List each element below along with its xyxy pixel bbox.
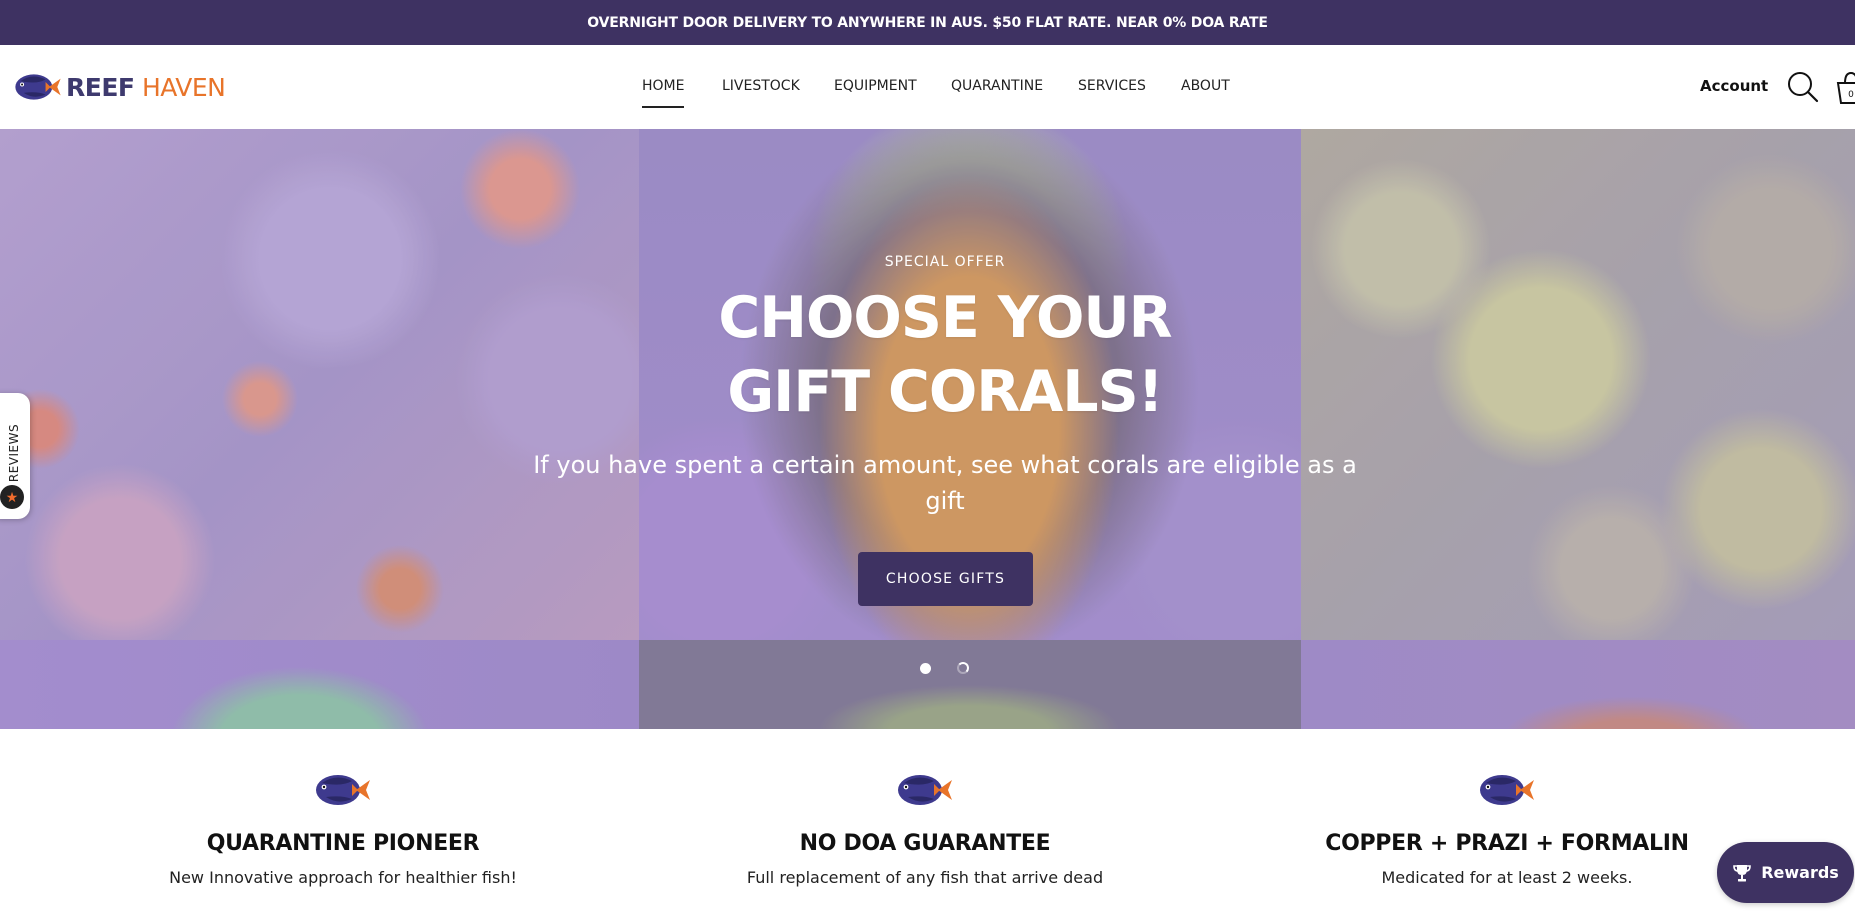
cart-count: 0 (1848, 90, 1854, 100)
feature-title: NO DOA GUARANTEE (799, 831, 1051, 856)
announcement-bar: OVERNIGHT DOOR DELIVERY TO ANYWHERE IN A… (0, 0, 1855, 45)
feature-description: New Innovative approach for healthier fi… (169, 868, 517, 887)
hero-subtext: If you have spent a certain amount, see … (533, 451, 1357, 515)
trophy-icon (1733, 864, 1751, 881)
slide-indicators (920, 662, 969, 674)
feature-title: COPPER + PRAZI + FORMALIN (1325, 831, 1689, 856)
rewards-label: Rewards (1761, 863, 1839, 882)
fish-icon (316, 775, 370, 805)
slide-dot-1[interactable] (920, 662, 931, 674)
nav-item-about[interactable]: ABOUT (1181, 78, 1230, 94)
account-link[interactable]: Account (1700, 77, 1768, 95)
nav-item-home[interactable]: HOME (642, 78, 685, 108)
search-icon (1788, 72, 1819, 103)
nav-item-equipment[interactable]: EQUIPMENT (834, 78, 917, 94)
reviews-side-tab[interactable]: REVIEWS ★ (0, 393, 30, 519)
cart-icon: 0 (1836, 71, 1855, 104)
star-icon: ★ (0, 485, 24, 509)
rewards-button[interactable]: Rewards (1717, 842, 1854, 903)
feature-title: QUARANTINE PIONEER (206, 831, 480, 856)
feature-copper-prazi-formalin: COPPER + PRAZI + FORMALIN Medicated for … (1217, 769, 1797, 887)
search-button[interactable] (1787, 71, 1819, 103)
announcement-text: OVERNIGHT DOOR DELIVERY TO ANYWHERE IN A… (587, 14, 1268, 31)
slide-dot-2-loader[interactable] (957, 662, 969, 674)
hero-content: SPECIAL OFFER CHOOSE YOUR GIFT CORALS! I… (0, 129, 1855, 640)
fish-icon (898, 775, 952, 805)
feature-no-doa-guarantee: NO DOA GUARANTEE Full replacement of any… (635, 769, 1215, 887)
nav-item-livestock[interactable]: LIVESTOCK (722, 78, 800, 94)
hero-headline: CHOOSE YOUR GIFT CORALS! (718, 285, 1172, 425)
cart-button[interactable]: 0 (1835, 71, 1855, 105)
feature-description: Full replacement of any fish that arrive… (746, 868, 1104, 887)
nav-item-quarantine[interactable]: QUARANTINE (951, 78, 1043, 94)
fish-icon (1480, 775, 1534, 805)
choose-gifts-button[interactable]: CHOOSE GIFTS (858, 552, 1033, 606)
main-nav: HOME LIVESTOCK EQUIPMENT QUARANTINE SERV… (0, 45, 1855, 129)
hero-slideshow: SPECIAL OFFER CHOOSE YOUR GIFT CORALS! I… (0, 129, 1855, 729)
features-section: QUARANTINE PIONEER New Innovative approa… (0, 729, 1855, 912)
feature-quarantine-pioneer: QUARANTINE PIONEER New Innovative approa… (53, 769, 633, 887)
reviews-label: REVIEWS (7, 423, 21, 483)
site-header: REEF HAVEN HOME LIVESTOCK EQUIPMENT QUAR… (0, 45, 1855, 129)
nav-item-services[interactable]: SERVICES (1078, 78, 1146, 94)
feature-description: Medicated for at least 2 weeks. (1381, 868, 1633, 887)
hero-eyebrow: SPECIAL OFFER (884, 254, 1006, 270)
